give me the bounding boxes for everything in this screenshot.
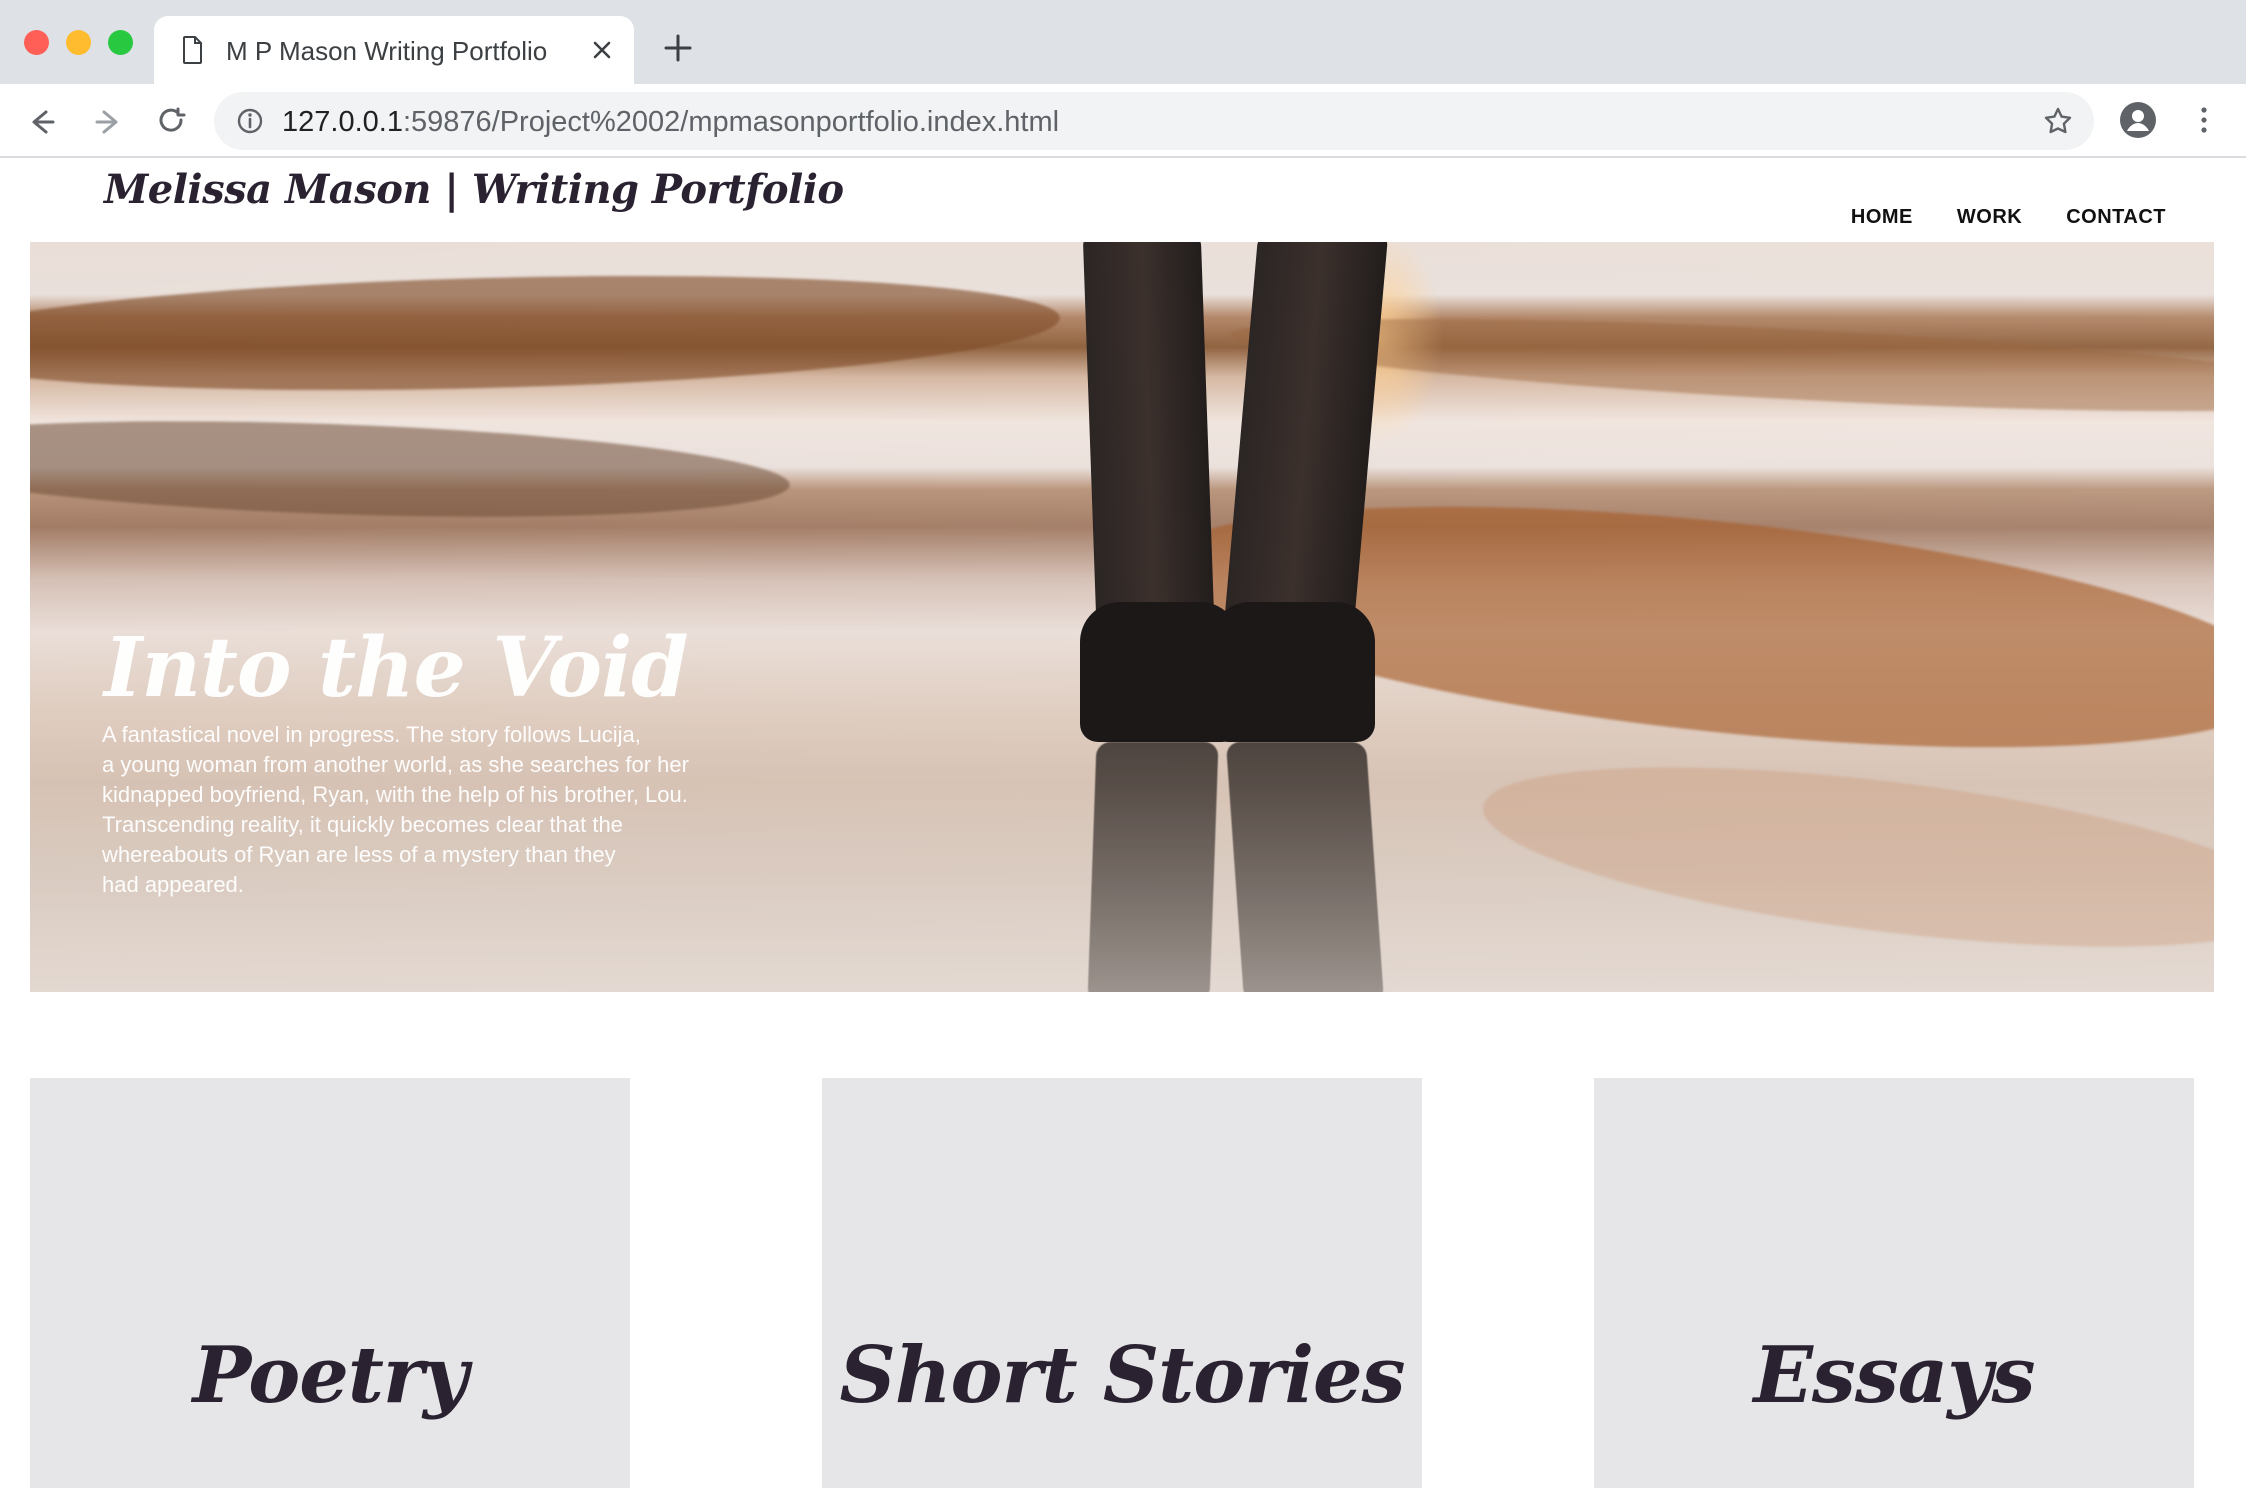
address-bar[interactable]: 127.0.0.1:59876/Project%2002/mpmasonport… [214,92,2094,150]
hero-figure-reflection [1225,742,1385,992]
url-path: :59876/Project%2002/mpmasonportfolio.ind… [402,106,1060,138]
browser-toolbar: 127.0.0.1:59876/Project%2002/mpmasonport… [0,84,2246,158]
hero-description-line: whereabouts of Ryan are less of a myster… [102,842,616,867]
hero-wet-sand-band [30,262,1062,404]
star-icon[interactable] [2042,105,2074,137]
nav-contact[interactable]: CONTACT [2066,206,2166,229]
hero-description-line: Transcending reality, it quickly becomes… [102,812,623,837]
zoom-window-button[interactable] [108,30,133,55]
document-icon [182,36,204,64]
minimize-window-button[interactable] [66,30,91,55]
category-label: Essays [1753,1330,2035,1421]
hero-description-line: A fantastical novel in progress. The sto… [102,722,641,747]
window-controls [24,30,133,55]
category-card-short-stories[interactable]: Short Stories [822,1078,1422,1488]
url-host: 127.0.0.1 [282,106,403,138]
category-card-essays[interactable]: Essays [1594,1078,2194,1488]
site-nav: HOME WORK CONTACT [1851,206,2166,229]
hero-figure-reflection [1087,742,1219,992]
info-icon[interactable] [236,107,264,135]
hero-title: Into the Void [104,620,689,716]
browser-tab[interactable]: M P Mason Writing Portfolio [154,16,634,84]
hero-wet-sand-band [30,407,792,531]
hero-description: A fantastical novel in progress. The sto… [102,720,742,900]
hero-banner: Into the Void A fantastical novel in pro… [30,242,2214,992]
kebab-menu-icon[interactable] [2190,100,2218,140]
hero-description-line: had appeared. [102,872,244,897]
hero-wet-sand-band [1473,732,2214,982]
close-icon[interactable] [588,36,616,64]
hero-description-line: kidnapped boyfriend, Ryan, with the help… [102,782,688,807]
arrow-right-icon[interactable] [88,102,128,142]
nav-work[interactable]: WORK [1957,206,2022,229]
hero-figure-boot [1210,602,1375,742]
category-label: Short Stories [839,1330,1406,1421]
category-card-poetry[interactable]: Poetry [30,1078,630,1488]
browser-titlebar: M P Mason Writing Portfolio [0,0,2246,84]
reload-icon[interactable] [152,102,192,142]
site-brand[interactable]: Melissa Mason | Writing Portfolio [104,166,844,213]
account-icon[interactable] [2118,100,2158,140]
url-text: 127.0.0.1:59876/Project%2002/mpmasonport… [282,106,1059,139]
plus-icon[interactable] [660,30,696,66]
nav-home[interactable]: HOME [1851,206,1913,229]
close-window-button[interactable] [24,30,49,55]
hero-description-line: a young woman from another world, as she… [102,752,689,777]
hero-figure-leg [1082,242,1216,652]
page: Melissa Mason | Writing Portfolio HOME W… [0,158,2246,1488]
category-label: Poetry [192,1330,469,1421]
work-categories: Poetry Short Stories Essays [0,1078,2246,1488]
tab-title: M P Mason Writing Portfolio [226,36,548,66]
arrow-left-icon[interactable] [22,102,62,142]
